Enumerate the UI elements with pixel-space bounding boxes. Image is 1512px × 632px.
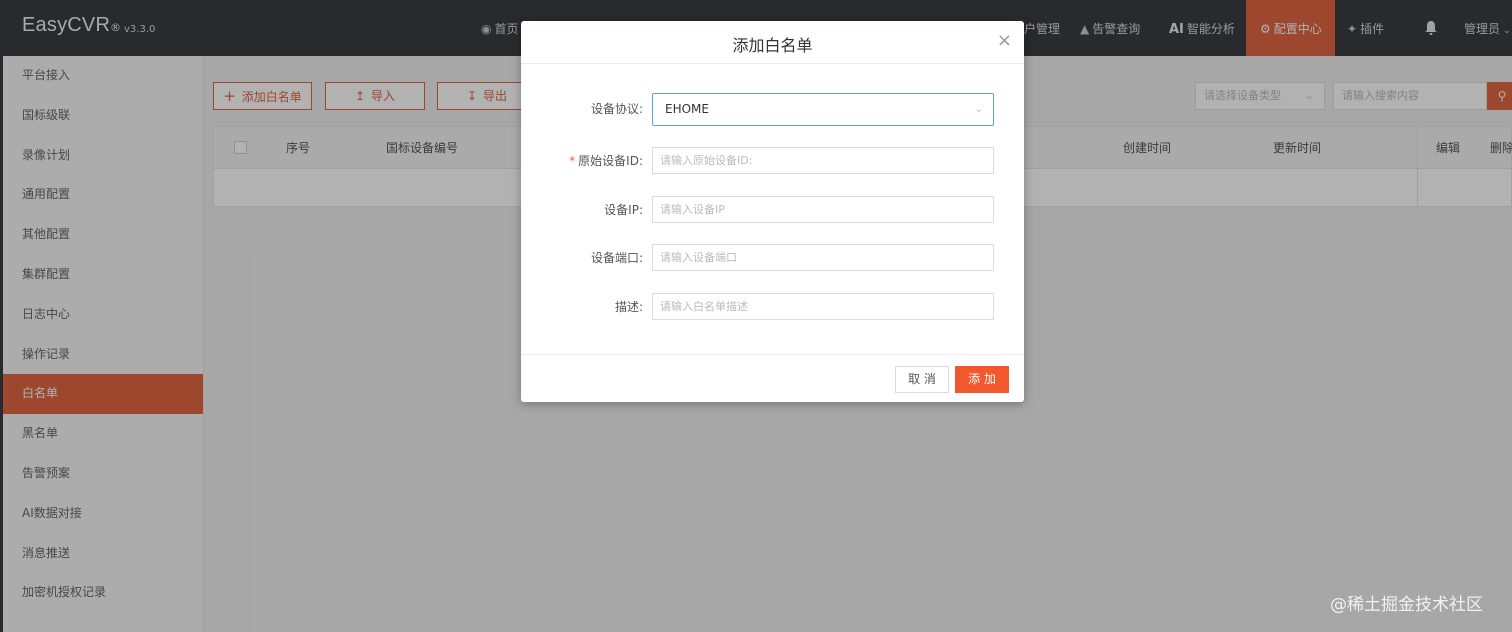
- device-port-row: 设备端口: 请输入设备端口: [521, 244, 1024, 274]
- chevron-down-icon: ⌄: [974, 104, 983, 115]
- device-id-placeholder: 请输入原始设备ID:: [660, 154, 753, 167]
- confirm-add-button[interactable]: 添 加: [955, 366, 1009, 393]
- watermark: @稀土掘金技术社区: [1330, 595, 1483, 615]
- protocol-row: 设备协议: EHOME ⌄: [521, 93, 1024, 126]
- device-id-label-text: 原始设备ID:: [578, 154, 643, 168]
- device-id-label: * 原始设备ID:: [569, 147, 643, 175]
- device-ip-input[interactable]: 请输入设备IP: [652, 196, 994, 223]
- dialog-header: 添加白名单 ×: [521, 21, 1024, 64]
- device-ip-placeholder: 请输入设备IP: [660, 203, 725, 216]
- description-row: 描述: 请输入白名单描述: [521, 293, 1024, 323]
- device-ip-row: 设备IP: 请输入设备IP: [521, 196, 1024, 226]
- device-port-label: 设备端口:: [590, 251, 643, 265]
- description-placeholder: 请输入白名单描述: [660, 300, 748, 313]
- dialog-footer: 取 消 添 加: [521, 354, 1024, 402]
- device-port-input[interactable]: 请输入设备端口: [652, 244, 994, 271]
- description-input[interactable]: 请输入白名单描述: [652, 293, 994, 320]
- dialog-title: 添加白名单: [732, 36, 813, 55]
- cancel-button[interactable]: 取 消: [895, 366, 949, 393]
- device-id-row: * 原始设备ID: 请输入原始设备ID:: [521, 147, 1024, 177]
- description-label: 描述:: [614, 300, 643, 314]
- protocol-select-value: EHOME: [665, 102, 709, 116]
- device-port-placeholder: 请输入设备端口: [660, 251, 737, 264]
- required-marker: *: [569, 154, 576, 168]
- protocol-label: 设备协议:: [590, 102, 643, 116]
- device-id-input[interactable]: 请输入原始设备ID:: [652, 147, 994, 174]
- close-icon[interactable]: ×: [997, 31, 1012, 51]
- protocol-select[interactable]: EHOME ⌄: [652, 93, 994, 126]
- device-ip-label: 设备IP:: [604, 203, 643, 217]
- add-whitelist-dialog: 添加白名单 × 设备协议: EHOME ⌄ * 原始设备ID: 请输入原始设备ID…: [521, 21, 1024, 402]
